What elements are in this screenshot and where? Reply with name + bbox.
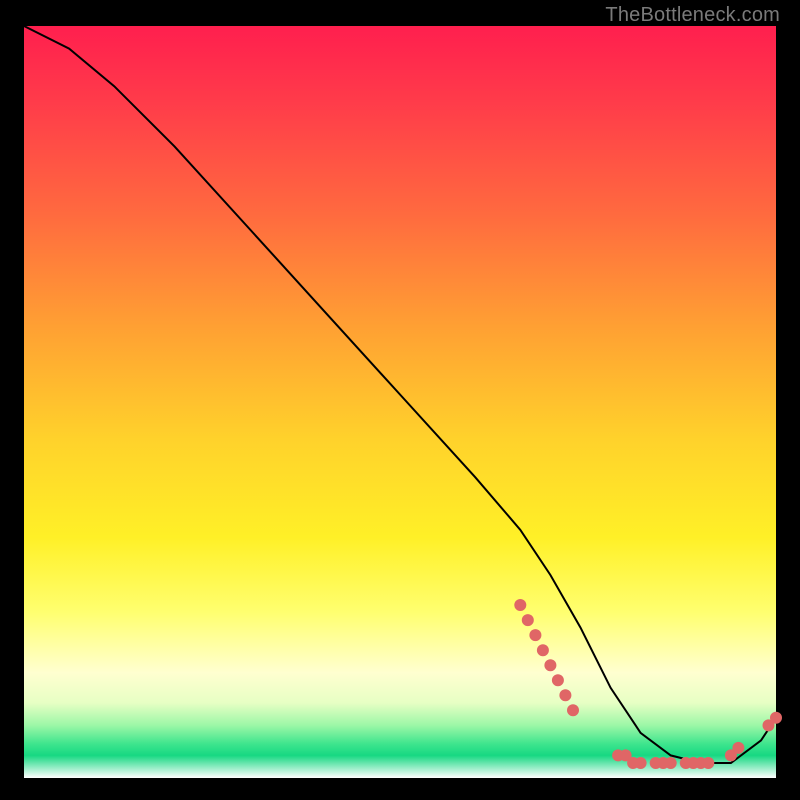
- data-marker: [537, 644, 549, 656]
- data-marker: [635, 757, 647, 769]
- plot-area: [24, 26, 776, 778]
- chart-frame: TheBottleneck.com: [0, 0, 800, 800]
- curve-layer: [24, 26, 776, 778]
- data-marker: [567, 704, 579, 716]
- data-marker: [529, 629, 541, 641]
- data-marker: [552, 674, 564, 686]
- data-marker: [665, 757, 677, 769]
- data-marker: [702, 757, 714, 769]
- data-marker: [559, 689, 571, 701]
- bottleneck-line: [24, 26, 776, 763]
- data-marker: [732, 742, 744, 754]
- attribution-label: TheBottleneck.com: [605, 4, 780, 27]
- data-marker: [522, 614, 534, 626]
- data-marker: [770, 712, 782, 724]
- marker-group: [514, 599, 782, 769]
- data-marker: [544, 659, 556, 671]
- data-marker: [514, 599, 526, 611]
